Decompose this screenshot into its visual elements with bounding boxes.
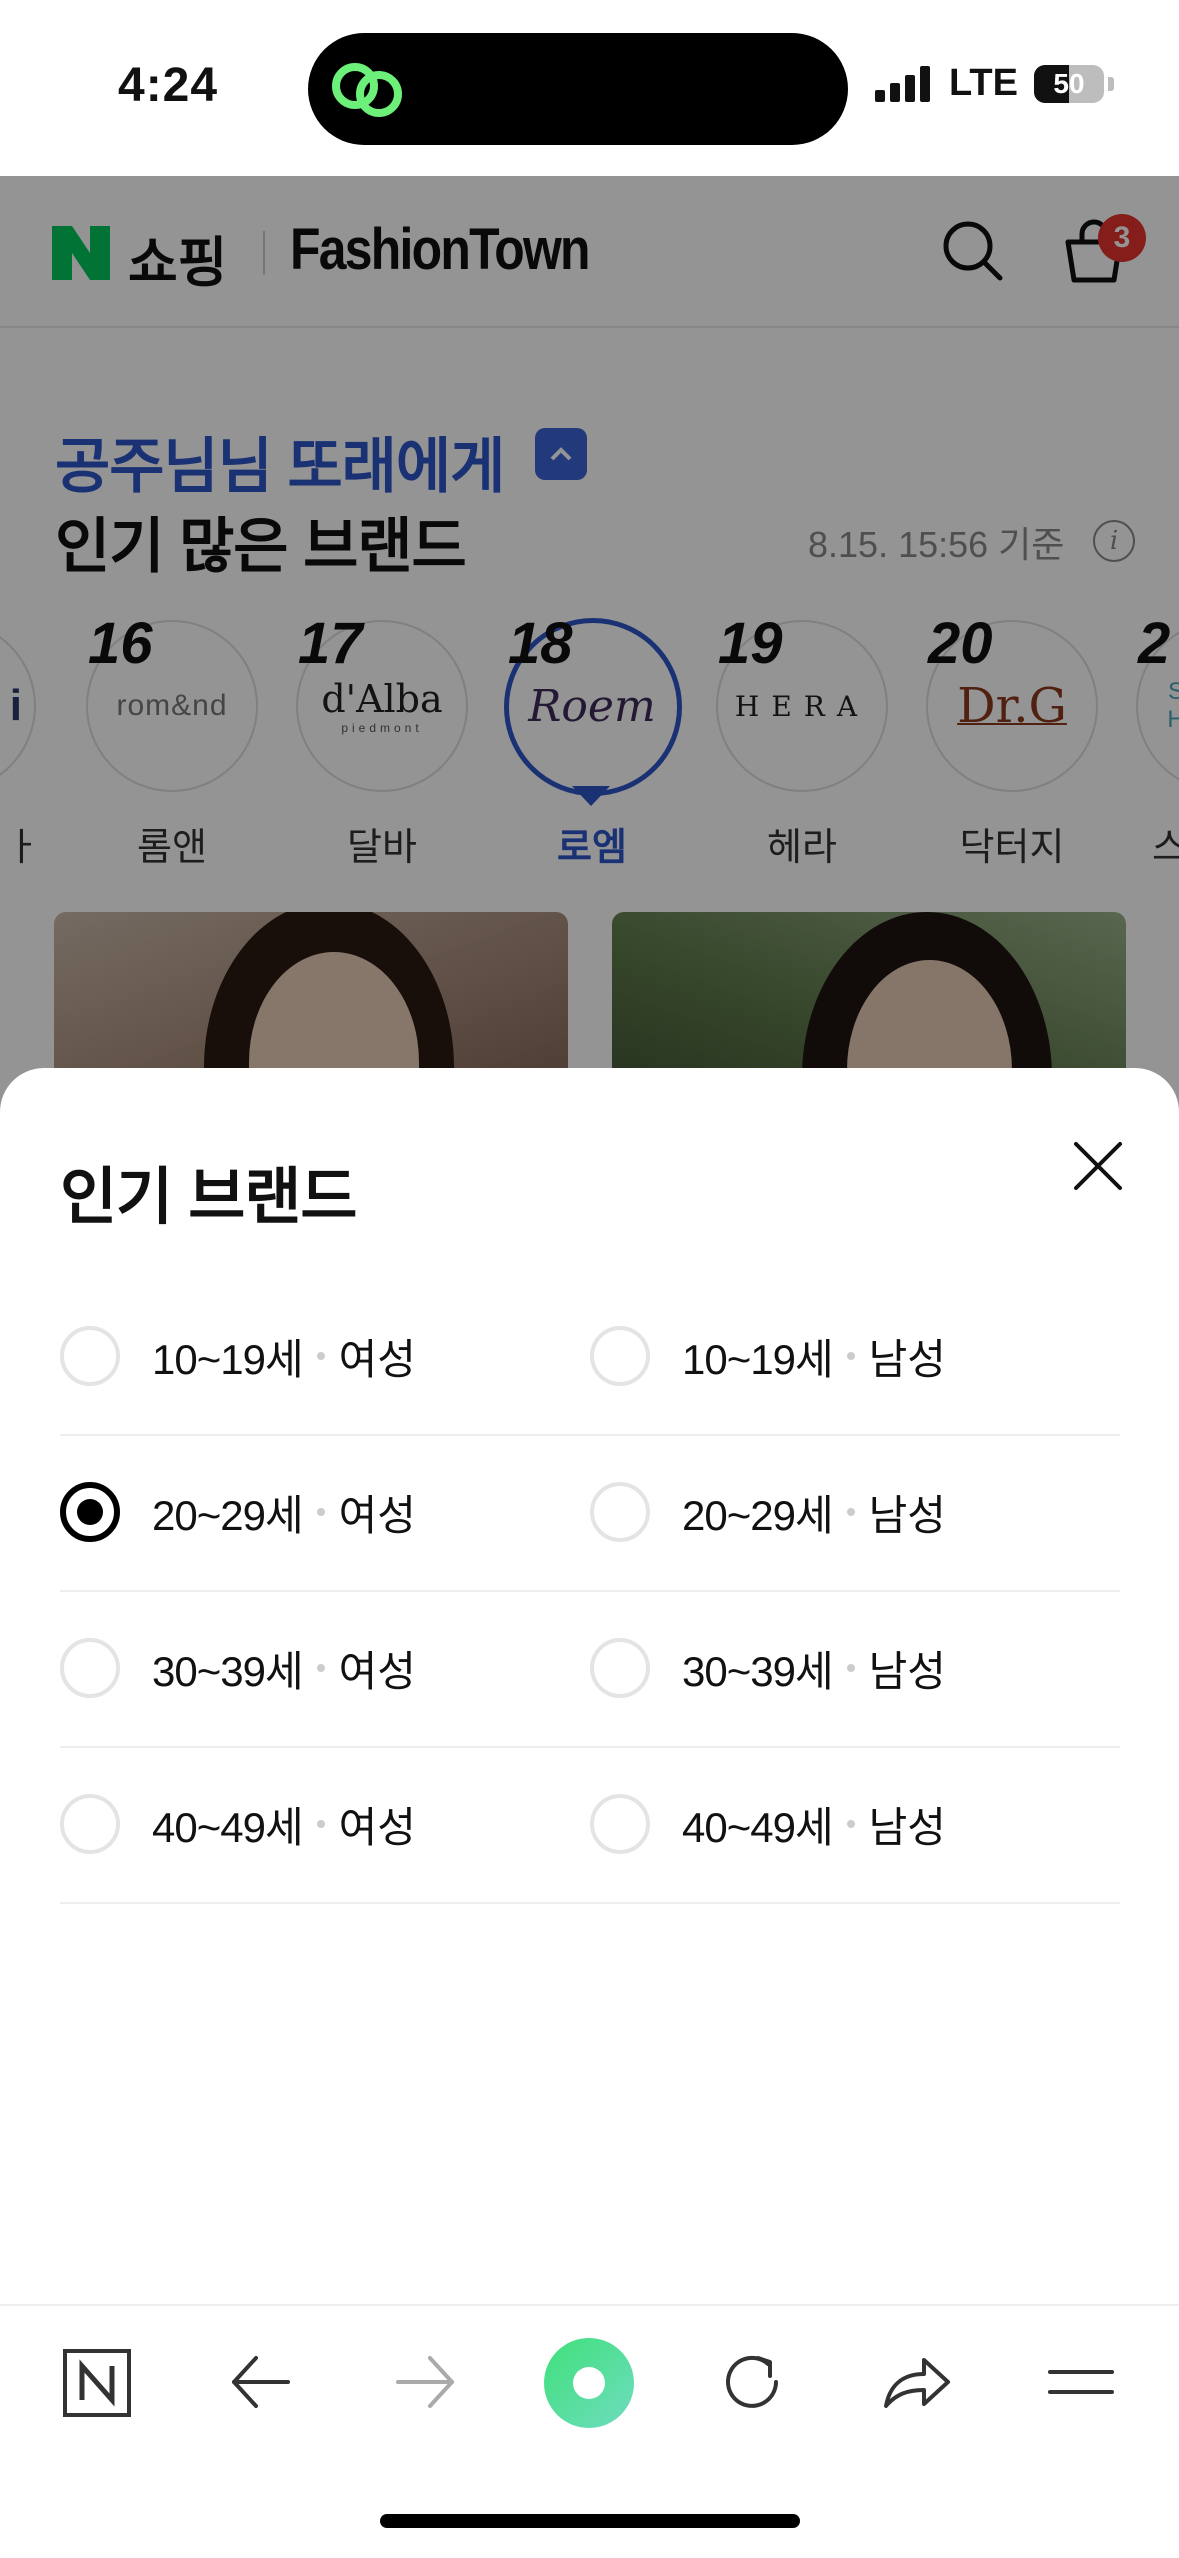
option-gender: 남성 [868, 1803, 946, 1851]
age-option-row: 30~39세 여성 30~39세 남성 [60, 1590, 1120, 1748]
link-icon [332, 63, 402, 117]
radio-button[interactable] [590, 1794, 650, 1854]
option-10-19-male[interactable]: 10~19세 남성 [590, 1278, 946, 1434]
age-option-row: 10~19세 여성 10~19세 남성 [60, 1278, 1120, 1436]
separator-dot [846, 1352, 855, 1360]
separator-dot [316, 1508, 325, 1516]
option-gender: 여성 [338, 1491, 416, 1539]
option-30-39-female[interactable]: 30~39세 여성 [60, 1590, 416, 1746]
separator-dot [846, 1508, 855, 1516]
age-option-row: 20~29세 여성 20~29세 남성 [60, 1434, 1120, 1592]
status-time: 4:24 [118, 59, 219, 112]
option-gender: 남성 [868, 1335, 946, 1383]
separator-dot [846, 1820, 855, 1828]
option-40-49-female[interactable]: 40~49세 여성 [60, 1746, 416, 1902]
age-option-row: 40~49세 여성 40~49세 남성 [60, 1746, 1120, 1904]
radio-button[interactable] [590, 1326, 650, 1386]
radio-button[interactable] [590, 1482, 650, 1542]
radio-button-selected[interactable] [60, 1482, 120, 1542]
option-20-29-female[interactable]: 20~29세 여성 [60, 1434, 416, 1590]
share-icon[interactable] [880, 2350, 952, 2414]
battery-icon: 50 [1033, 64, 1104, 103]
close-icon[interactable] [1072, 1140, 1124, 1192]
option-age: 20~29세 [152, 1491, 304, 1539]
menu-icon[interactable] [1046, 2362, 1116, 2402]
naver-home-icon[interactable] [62, 2348, 132, 2418]
separator-dot [316, 1820, 325, 1828]
option-40-49-male[interactable]: 40~49세 남성 [590, 1746, 946, 1902]
option-20-29-male[interactable]: 20~29세 남성 [590, 1434, 946, 1590]
sheet-title: 인기 브랜드 [60, 1163, 357, 1232]
option-gender: 남성 [868, 1647, 946, 1695]
separator-dot [316, 1352, 325, 1360]
option-gender: 여성 [338, 1335, 416, 1383]
option-age: 30~39세 [152, 1647, 304, 1695]
radio-button[interactable] [60, 1638, 120, 1698]
option-age: 40~49세 [152, 1803, 304, 1851]
option-age: 30~39세 [682, 1647, 834, 1695]
option-gender: 남성 [868, 1491, 946, 1539]
reload-icon[interactable] [718, 2348, 786, 2416]
signal-icon [875, 65, 930, 102]
separator-dot [846, 1664, 855, 1672]
forward-arrow-icon[interactable] [392, 2352, 458, 2412]
status-indicators: LTE 50 [875, 62, 1114, 105]
separator-dot [316, 1664, 325, 1672]
option-30-39-male[interactable]: 30~39세 남성 [590, 1590, 946, 1746]
radio-button[interactable] [60, 1326, 120, 1386]
battery-level: 50 [1053, 67, 1085, 99]
green-dot-icon[interactable] [542, 2336, 636, 2430]
home-indicator[interactable] [380, 2514, 800, 2528]
option-gender: 여성 [338, 1647, 416, 1695]
radio-button[interactable] [60, 1794, 120, 1854]
option-age: 10~19세 [682, 1335, 834, 1383]
status-bar: 4:24 LTE 50 [0, 0, 1179, 176]
network-label: LTE [949, 62, 1018, 104]
option-gender: 여성 [338, 1803, 416, 1851]
back-arrow-icon[interactable] [228, 2352, 294, 2412]
radio-button[interactable] [590, 1638, 650, 1698]
option-age: 10~19세 [152, 1335, 304, 1383]
option-age: 20~29세 [682, 1491, 834, 1539]
option-10-19-female[interactable]: 10~19세 여성 [60, 1278, 416, 1434]
option-age: 40~49세 [682, 1803, 834, 1851]
dynamic-island [308, 33, 848, 145]
